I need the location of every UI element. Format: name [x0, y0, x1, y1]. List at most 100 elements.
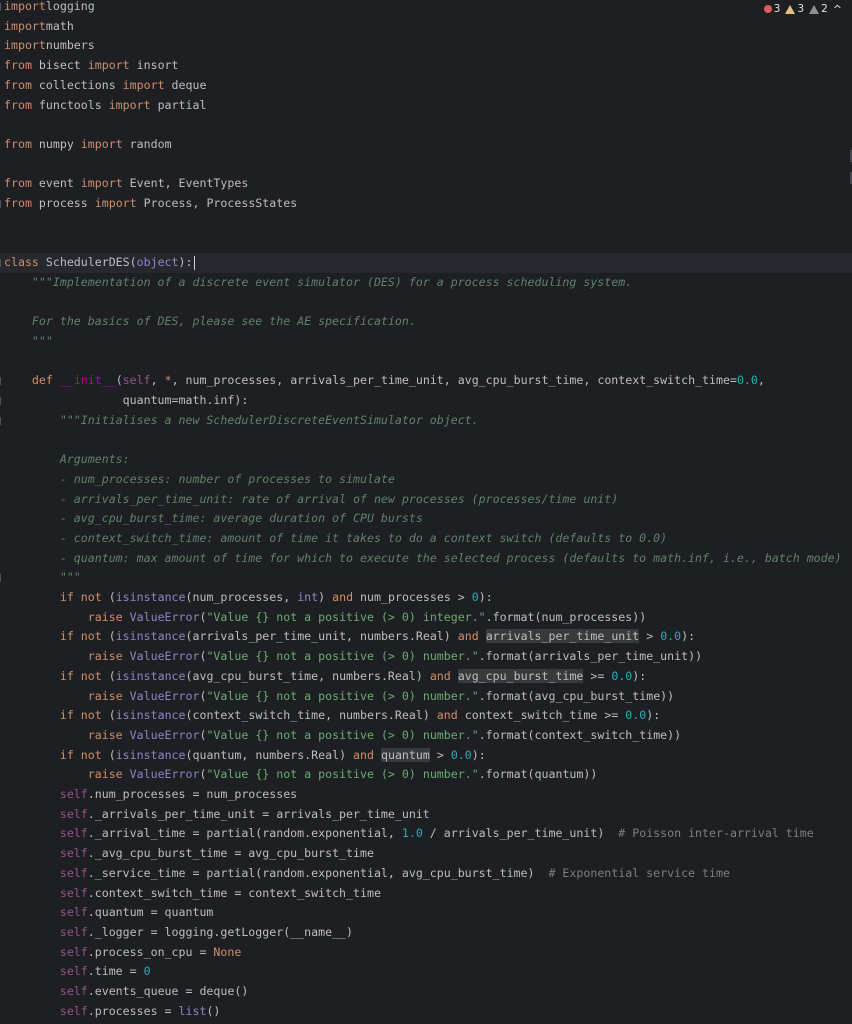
code-line[interactable]: importnumbers: [4, 36, 95, 56]
error-count[interactable]: 3: [763, 3, 780, 15]
code-token: None: [213, 944, 242, 959]
code-token: isinstance: [115, 668, 186, 683]
code-token: (: [101, 629, 116, 644]
code-line[interactable]: self.processes = list(): [4, 1002, 221, 1022]
code-line[interactable]: Arguments:: [4, 450, 130, 470]
code-line[interactable]: if not (isinstance(context_switch_time, …: [4, 706, 660, 726]
code-token: random: [122, 136, 172, 151]
code-token: quantum: [380, 747, 430, 762]
fold-marker[interactable]: [0, 397, 4, 405]
code-line[interactable]: - context_switch_time: amount of time it…: [4, 529, 667, 549]
code-line[interactable]: raise ValueError("Value {} not a positiv…: [4, 765, 598, 785]
warning-count[interactable]: 3: [785, 3, 804, 15]
code-line[interactable]: """: [4, 568, 81, 588]
fold-marker[interactable]: [0, 416, 4, 425]
code-line[interactable]: if not (isinstance(avg_cpu_burst_time, n…: [4, 667, 646, 687]
code-line[interactable]: self.events_queue = deque(): [4, 982, 248, 1002]
code-line[interactable]: """Implementation of a discrete event si…: [4, 273, 632, 293]
weak-warning-count-value: 2: [821, 3, 828, 15]
code-line[interactable]: self.quantum = quantum: [4, 903, 214, 923]
code-token: .events_queue = deque(): [87, 984, 249, 998]
code-token: self: [4, 964, 88, 979]
fold-marker[interactable]: [0, 200, 4, 208]
code-token: (context_switch_time, numbers.Real): [185, 708, 437, 723]
code-line[interactable]: self._arrival_time = partial(random.expo…: [4, 824, 814, 844]
fold-marker[interactable]: [0, 574, 4, 583]
code-editor[interactable]: importlogging importmath importnumbers from…: [0, 0, 852, 1024]
code-line[interactable]: For the basics of DES, please see the AE…: [4, 312, 416, 332]
code-line[interactable]: self.num_processes = num_processes: [4, 785, 297, 805]
code-token: # Exponential service time: [548, 865, 730, 880]
code-line[interactable]: importmath: [4, 17, 74, 37]
chevron-up-icon[interactable]: ^: [833, 3, 842, 16]
code-line[interactable]: if not (isinstance(quantum, numbers.Real…: [4, 746, 486, 766]
code-token: and: [332, 590, 354, 604]
code-line[interactable]: from event import Event, EventTypes: [4, 174, 248, 194]
fold-marker[interactable]: [0, 377, 4, 386]
code-token: 0.0: [660, 629, 682, 644]
weak-warning-count[interactable]: 2: [809, 3, 828, 15]
code-token: "Value {} not a positive (> 0) number.": [206, 727, 479, 742]
code-line[interactable]: """: [4, 332, 53, 352]
code-line[interactable]: self.context_switch_time = context_switc…: [4, 884, 381, 904]
code-line[interactable]: self._arrivals_per_time_unit = arrivals_…: [4, 805, 430, 825]
code-line[interactable]: class SchedulerDES(object):: [0, 253, 852, 273]
code-line[interactable]: raise ValueError("Value {} not a positiv…: [4, 726, 681, 746]
code-token: """: [4, 333, 53, 348]
code-line[interactable]: self._service_time = partial(random.expo…: [4, 864, 730, 884]
code-token: ._logger = logging.getLogger(__name__): [87, 924, 354, 939]
code-line[interactable]: raise ValueError("Value {} not a positiv…: [4, 647, 702, 667]
code-line[interactable]: from functools import partial: [4, 96, 206, 116]
code-line[interactable]: self.time = 0: [4, 962, 151, 982]
code-token: insort: [129, 58, 179, 73]
code-line[interactable]: from process import Process, ProcessStat…: [4, 194, 297, 214]
code-line[interactable]: self._avg_cpu_burst_time = avg_cpu_burst…: [4, 844, 374, 864]
code-token: self: [4, 846, 88, 861]
code-line[interactable]: self.process_on_cpu = None: [4, 943, 242, 963]
code-line[interactable]: if not (isinstance(arrivals_per_time_uni…: [4, 627, 695, 647]
code-token: if not: [4, 590, 102, 604]
code-line[interactable]: - arrivals_per_time_unit: rate of arriva…: [4, 490, 618, 510]
code-token: (avg_cpu_burst_time, numbers.Real): [185, 668, 430, 683]
code-token: .process_on_cpu =: [87, 944, 214, 959]
code-token: "Value {} not a positive (> 0) number.": [206, 767, 479, 782]
code-line[interactable]: """Initialises a new SchedulerDiscreteEv…: [4, 411, 479, 431]
code-line[interactable]: quantum=math.inf):: [4, 391, 249, 411]
code-line[interactable]: importlogging: [4, 0, 95, 17]
code-token: from: [4, 196, 32, 210]
code-token: and: [353, 747, 374, 762]
code-line[interactable]: from numpy import random: [4, 135, 172, 155]
code-token: ,: [757, 373, 765, 388]
code-token: import: [4, 18, 46, 33]
code-token: 0.0: [625, 708, 647, 723]
code-line[interactable]: - quantum: max amount of time for which …: [4, 549, 842, 569]
code-token: >=: [583, 668, 612, 683]
code-token: 0.0: [736, 373, 758, 388]
code-line[interactable]: def __init__(self, *, num_processes, arr…: [4, 371, 765, 391]
code-token: num_processes >: [353, 590, 472, 604]
code-token: (quantum, numbers.Real): [185, 747, 354, 762]
code-line[interactable]: from collections import deque: [4, 76, 206, 96]
code-line[interactable]: raise ValueError("Value {} not a positiv…: [4, 608, 646, 628]
code-line[interactable]: if not (isinstance(num_processes, int) a…: [4, 588, 493, 608]
code-token: .format(arrivals_per_time_unit)): [478, 649, 703, 664]
inspection-widget[interactable]: 3 3 2 ^: [763, 1, 842, 17]
code-token: from: [4, 58, 32, 73]
code-line[interactable]: raise ValueError("Value {} not a positiv…: [4, 687, 674, 707]
code-token: collections: [31, 77, 123, 92]
code-line[interactable]: from bisect import insort: [4, 56, 179, 76]
code-token: For the basics of DES, please see the AE…: [4, 314, 416, 329]
code-token: Arguments:: [4, 452, 130, 467]
code-line[interactable]: self._logger = logging.getLogger(__name_…: [4, 923, 353, 943]
code-line[interactable]: - avg_cpu_burst_time: average duration o…: [4, 509, 423, 529]
fold-marker[interactable]: [0, 259, 4, 268]
fold-marker[interactable]: [0, 3, 4, 11]
code-line[interactable]: - num_processes: number of processes to …: [4, 470, 395, 490]
code-token: bisect: [31, 58, 88, 73]
